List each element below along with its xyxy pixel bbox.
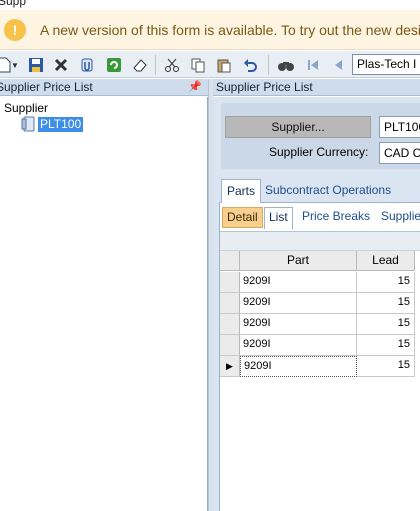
table-row[interactable]: 9209I 15 [220,293,420,314]
right-pane-header: Supplier Price List [213,79,420,96]
search-icon[interactable] [276,55,296,75]
tree-root-supplier[interactable]: Supplier [4,101,48,115]
supplier-currency-label: Supplier Currency: [269,145,369,159]
current-row-indicator-icon[interactable]: ▶ [220,356,240,377]
part-cell[interactable]: 9209I [240,272,357,293]
sub-tabs: Detail List Price Breaks Supplie [220,205,420,229]
table-row[interactable]: 9209I 15 [220,314,420,335]
supplier-id-field[interactable]: PLT100 [379,116,420,138]
table-row[interactable]: ▶ 9209I 15 [220,356,420,377]
part-cell[interactable]: 9209I [240,356,357,377]
warning-icon: ! [4,19,26,41]
banner-message: A new version of this form is available.… [40,22,420,38]
tab-parts[interactable]: Parts [221,179,262,203]
right-pane-title: Supplier Price List [216,80,313,94]
toolbar-separator [268,55,269,75]
supplier-button[interactable]: Supplier... [225,116,371,138]
row-selector[interactable] [220,314,240,335]
tab-price-breaks[interactable]: Price Breaks [298,207,374,228]
dropdown-arrow-icon[interactable]: ▼ [10,55,20,75]
clear-icon[interactable] [130,55,150,75]
left-pane-header: Supplier Price List 📌 [0,79,208,96]
detail-pane: Supplier... PLT100 Supplier Currency: CA… [213,97,420,511]
supplier-node-icon [20,116,36,132]
save-icon[interactable] [26,55,46,75]
lead-cell[interactable]: 15 [357,272,415,293]
toolbar-separator [155,55,156,75]
part-cell[interactable]: 9209I [240,314,357,335]
table-row[interactable]: 9209I 15 [220,335,420,356]
supplier-panel: Supplier... PLT100 Supplier Currency: CA… [221,103,420,169]
tree-pane: Supplier PLT100 [0,97,208,511]
lead-cell[interactable]: 15 [357,335,415,356]
first-record-icon[interactable] [303,55,323,75]
column-header-lead[interactable]: Lead [357,251,415,271]
cut-icon[interactable] [162,55,182,75]
parts-tab-content: Detail List Price Breaks Supplie Part Le… [219,203,420,511]
part-cell[interactable]: 9209I [240,293,357,314]
undo-icon[interactable] [240,55,260,75]
grid-header: Part Lead [220,251,420,271]
attach-icon[interactable] [77,55,97,75]
left-pane-title: Supplier Price List [0,80,93,94]
window-title: Supp [0,0,27,8]
lead-cell[interactable]: 15 [357,356,415,377]
previous-record-icon[interactable] [328,55,348,75]
toolbar: ▼ Plas-Tech I [0,51,420,78]
pin-icon[interactable]: 📌 [188,79,202,95]
row-selector[interactable] [220,293,240,314]
tree-node-label: PLT100 [38,116,84,132]
window-title-bar: Supp [0,0,420,10]
tab-list[interactable]: List [264,207,293,229]
tab-detail[interactable]: Detail [222,207,263,228]
part-cell[interactable]: 9209I [240,335,357,356]
record-selector-combo[interactable]: Plas-Tech I [352,54,420,75]
grid-group-area [220,232,420,251]
supplier-currency-field[interactable]: CAD Co [379,142,420,164]
paste-icon[interactable] [214,55,234,75]
parts-grid: Part Lead 9209I 15 9209I 15 9209I 15 920… [220,231,420,511]
lead-cell[interactable]: 15 [357,293,415,314]
tab-supplier[interactable]: Supplie [377,207,420,228]
row-selector[interactable] [220,272,240,293]
new-version-banner[interactable]: ! A new version of this form is availabl… [0,10,420,50]
delete-icon[interactable] [51,55,71,75]
lead-cell[interactable]: 15 [357,314,415,335]
grid-corner [220,251,240,271]
table-row[interactable]: 9209I 15 [220,272,420,293]
tab-subcontract-operations[interactable]: Subcontract Operations [260,179,396,203]
row-selector[interactable] [220,335,240,356]
main-tabs: Parts Subcontract Operations [219,179,420,203]
column-header-part[interactable]: Part [240,251,357,271]
copy-icon[interactable] [188,55,208,75]
refresh-icon[interactable] [104,55,124,75]
tree-node-plt100[interactable]: PLT100 [20,116,84,132]
